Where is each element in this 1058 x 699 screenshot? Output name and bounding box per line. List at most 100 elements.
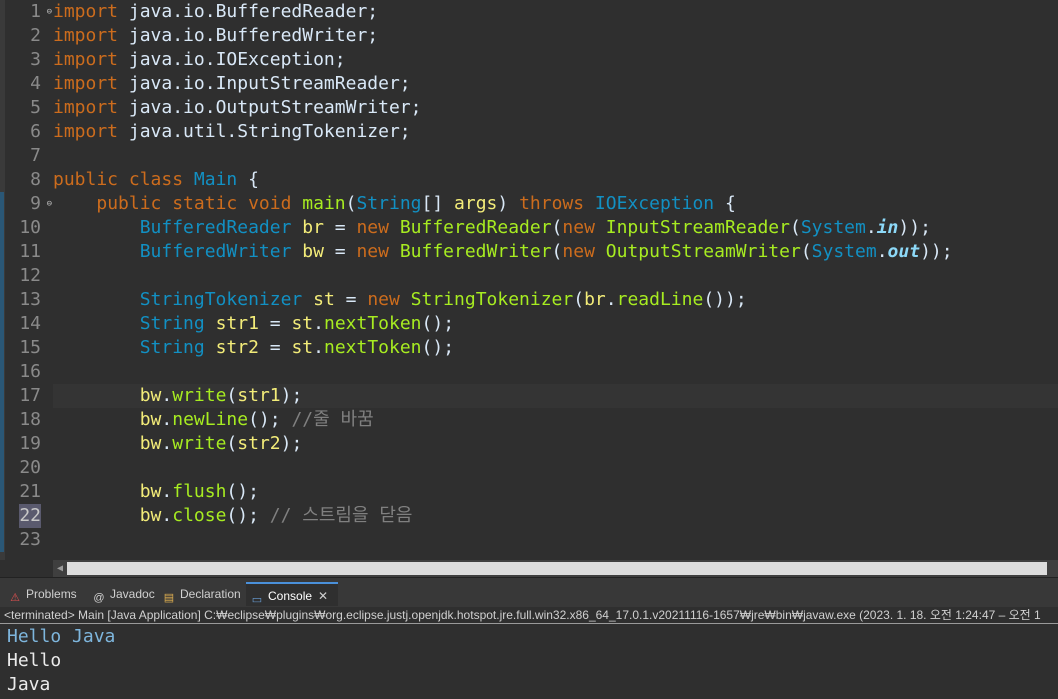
code-token: import <box>53 73 119 94</box>
code-token: BufferedReader <box>399 217 552 238</box>
code-token: . <box>161 409 173 430</box>
code-area[interactable]: import java.io.BufferedReader; import jav… <box>53 0 1058 560</box>
code-token: ( <box>226 385 238 406</box>
code-token: ) <box>497 193 520 214</box>
code-token: import <box>53 25 119 46</box>
code-editor[interactable]: 1 ⊖ 2 3 4 5 6 7 8 9 ⊖ 10 11 12 13 14 15 16 17 18 19 20 21 22 23 … <box>0 0 1058 560</box>
code-line[interactable]: import java.io.BufferedReader; <box>53 0 1058 24</box>
code-token: newLine <box>172 409 249 430</box>
line-number: 12 <box>0 264 53 288</box>
console-output[interactable]: Hello Java Hello Java <box>0 625 1058 699</box>
tab-declaration[interactable]: ▤ Declaration <box>158 582 242 606</box>
code-line[interactable]: bw.close(); // 스트림을 닫음 <box>53 504 1058 528</box>
code-line[interactable] <box>53 456 1058 480</box>
code-token: = <box>258 337 292 358</box>
line-number: 2 <box>5 24 53 48</box>
code-line[interactable]: BufferedReader br = new BufferedReader(n… <box>53 216 1058 240</box>
line-number: 7 <box>5 144 53 168</box>
code-line[interactable]: public static void main(String[] args) t… <box>53 192 1058 216</box>
code-token: st <box>313 289 335 310</box>
line-number: 16 <box>0 360 53 384</box>
code-token: (); <box>248 409 292 430</box>
code-token: . <box>161 505 173 526</box>
change-marker <box>0 480 4 504</box>
line-number: 19 <box>0 432 53 456</box>
fold-toggle-icon[interactable]: ⊖ <box>47 0 52 24</box>
code-line[interactable]: bw.flush(); <box>53 480 1058 504</box>
code-token: bw <box>139 505 162 526</box>
code-token: = <box>334 289 368 310</box>
code-token: = <box>323 241 357 262</box>
line-number-text: 19 <box>19 433 41 454</box>
code-line[interactable]: import java.io.BufferedWriter; <box>53 24 1058 48</box>
code-line[interactable]: import java.io.InputStreamReader; <box>53 72 1058 96</box>
code-line[interactable]: bw.write(str2); <box>53 432 1058 456</box>
code-line[interactable]: String str2 = st.nextToken(); <box>53 336 1058 360</box>
change-marker <box>0 528 4 552</box>
line-number-gutter: 1 ⊖ 2 3 4 5 6 7 8 9 ⊖ 10 11 12 13 14 15 16 17 18 19 20 21 22 23 <box>0 0 53 560</box>
code-token: . <box>161 385 173 406</box>
code-line[interactable]: import java.io.IOException; <box>53 48 1058 72</box>
code-token: String <box>139 337 205 358</box>
code-token: InputStreamReader <box>605 217 790 238</box>
scroll-left-arrow-icon[interactable]: ◀ <box>53 560 67 577</box>
code-token: ); <box>280 385 303 406</box>
code-token: String <box>356 193 422 214</box>
tab-console[interactable]: ▭ Console ✕ <box>246 582 338 606</box>
scrollbar-thumb[interactable] <box>67 562 1047 575</box>
line-number: 8 <box>5 168 53 192</box>
code-token: (); <box>421 337 455 358</box>
code-line[interactable]: BufferedWriter bw = new BufferedWriter(n… <box>53 240 1058 264</box>
code-token: . <box>605 289 617 310</box>
change-marker <box>0 264 4 288</box>
tab-javadoc[interactable]: @ Javadoc <box>88 582 154 606</box>
code-line[interactable]: String str1 = st.nextToken(); <box>53 312 1058 336</box>
code-token: new <box>562 217 606 238</box>
code-token: = <box>323 217 357 238</box>
close-icon[interactable]: ✕ <box>318 589 328 603</box>
code-line[interactable]: public class Main { <box>53 168 1058 192</box>
scroll-corner <box>0 560 53 577</box>
code-line[interactable]: import java.io.OutputStreamWriter; <box>53 96 1058 120</box>
code-line[interactable] <box>53 264 1058 288</box>
code-token: ); <box>280 433 303 454</box>
code-token: import <box>53 121 119 142</box>
tab-problems[interactable]: ⚠ Problems <box>4 582 84 606</box>
tab-label: Javadoc <box>110 587 155 601</box>
line-number-text: 11 <box>19 241 41 262</box>
line-number-text: 13 <box>19 289 41 310</box>
code-line[interactable]: import java.util.StringTokenizer; <box>53 120 1058 144</box>
line-number: 20 <box>0 456 53 480</box>
line-number-text: 20 <box>19 457 41 478</box>
console-input-line: Hello Java <box>7 626 116 647</box>
code-line[interactable] <box>53 528 1058 552</box>
declaration-icon: ▤ <box>163 592 175 604</box>
code-token: java.io.BufferedWriter; <box>118 25 379 46</box>
console-process-status: <terminated> Main [Java Application] C:₩… <box>0 607 1058 624</box>
code-token: readLine <box>616 289 704 310</box>
code-token: bw <box>302 241 324 262</box>
current-code-line[interactable]: bw.write(str1); <box>53 384 1058 408</box>
line-number-text: 21 <box>19 481 41 502</box>
line-number: 1 ⊖ <box>5 0 53 24</box>
code-line[interactable]: StringTokenizer st = new StringTokenizer… <box>53 288 1058 312</box>
code-token: { <box>714 193 736 214</box>
line-number-text: 8 <box>30 169 41 190</box>
fold-toggle-icon[interactable]: ⊖ <box>47 192 52 216</box>
change-marker <box>0 408 4 432</box>
line-number-text: 7 <box>30 145 41 166</box>
line-number-text: 10 <box>19 217 41 238</box>
change-marker <box>0 336 4 360</box>
code-token: // 스트림을 닫음 <box>269 505 413 526</box>
code-line[interactable] <box>53 360 1058 384</box>
line-number-text: 22 <box>19 504 41 528</box>
code-line[interactable]: bw.newLine(); //줄 바꿈 <box>53 408 1058 432</box>
code-line[interactable] <box>53 144 1058 168</box>
editor-horizontal-scrollbar[interactable]: ◀ <box>53 560 1058 577</box>
